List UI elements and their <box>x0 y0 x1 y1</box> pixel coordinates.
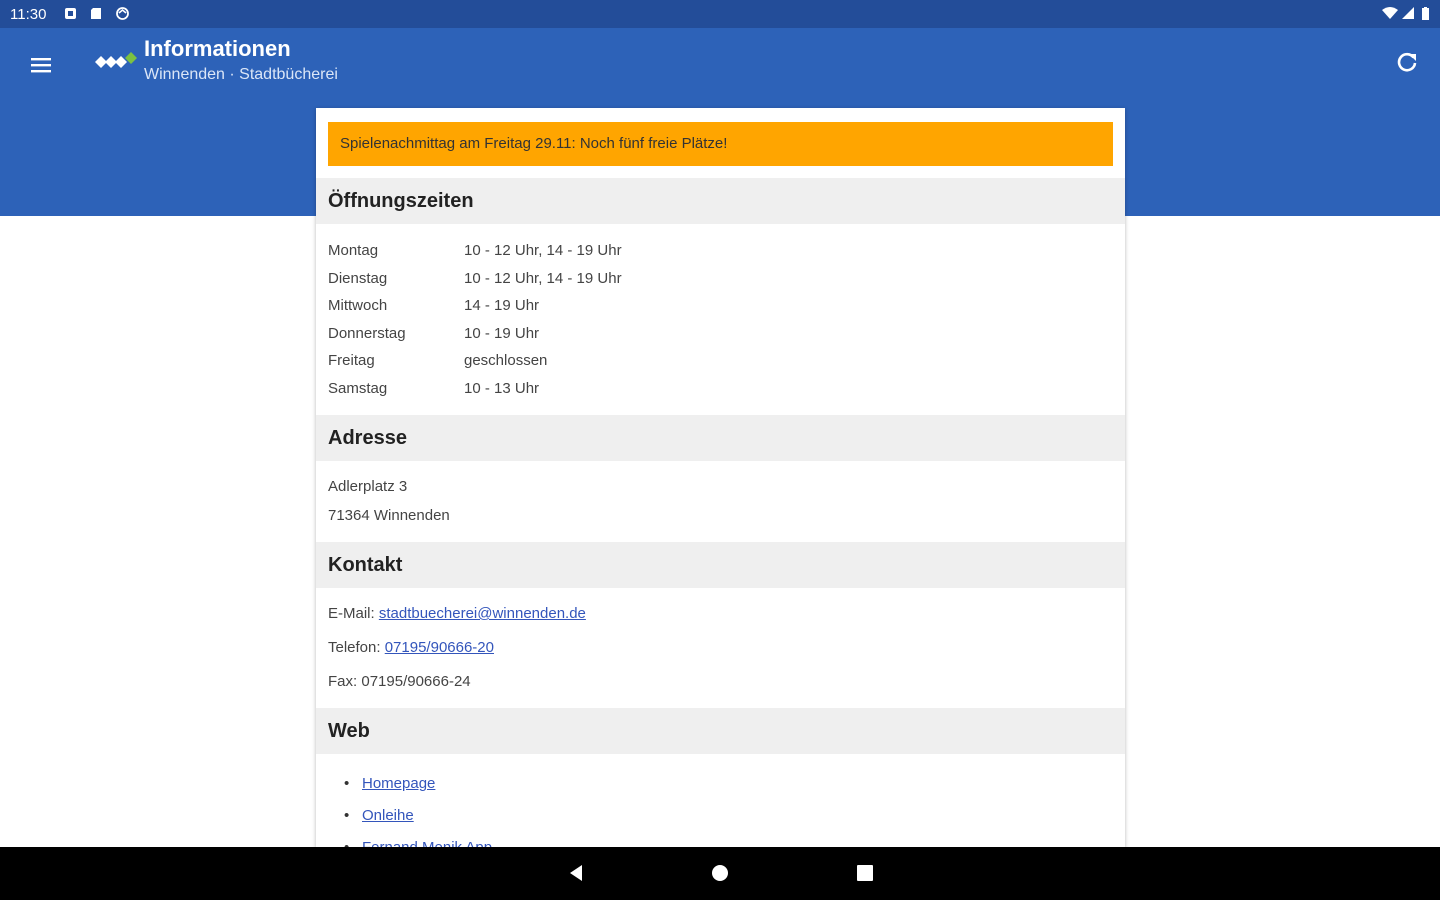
hours-value: 14 - 19 Uhr <box>464 297 540 314</box>
announcement-banner: Spielenachmittag am Freitag 29.11: Noch … <box>328 122 1113 166</box>
app-logo-icon <box>95 52 137 68</box>
hours-day: Montag <box>328 242 379 259</box>
address-heading: Adresse <box>316 415 1125 461</box>
hours-day: Samstag <box>328 380 388 397</box>
battery-icon <box>1422 7 1429 20</box>
hours-value: 10 - 12 Uhr, 14 - 19 Uhr <box>464 242 622 259</box>
status-bar: 11:30 <box>0 0 1440 28</box>
fax-value: 07195/90666-24 <box>361 673 471 690</box>
refresh-button[interactable] <box>1392 48 1422 78</box>
sd-card-icon <box>91 8 101 19</box>
back-icon[interactable] <box>566 863 586 883</box>
home-icon[interactable] <box>710 863 730 883</box>
status-time: 11:30 <box>10 6 47 23</box>
email-link[interactable]: stadtbuecherei@winnenden.de <box>379 605 586 622</box>
contact-fax-line: Fax: 07195/90666-24 <box>328 672 471 692</box>
page-subtitle: Winnenden · Stadtbücherei <box>144 66 338 83</box>
onleihe-link[interactable]: Onleihe <box>362 806 414 826</box>
menu-icon <box>31 58 51 73</box>
notification-icon <box>65 8 76 19</box>
address-street: Adlerplatz 3 <box>328 478 408 495</box>
hours-day: Donnerstag <box>328 325 406 342</box>
contact-heading: Kontakt <box>316 542 1125 588</box>
address-city: 71364 Winnenden <box>328 507 450 524</box>
hours-value: geschlossen <box>464 352 548 369</box>
signal-icon <box>1402 7 1414 19</box>
homepage-link[interactable]: Homepage <box>362 774 435 794</box>
hours-day: Mittwoch <box>328 297 388 314</box>
web-heading: Web <box>316 708 1125 754</box>
navigation-bar <box>0 847 1440 900</box>
contact-email-line: E-Mail: stadtbuecherei@winnenden.de <box>328 604 586 624</box>
hours-day: Dienstag <box>328 270 388 287</box>
refresh-icon <box>1397 52 1417 72</box>
page-title: Informationen <box>144 36 291 61</box>
recents-icon[interactable] <box>855 863 875 883</box>
wifi-icon <box>1382 7 1398 19</box>
phone-label: Telefon: <box>328 639 381 656</box>
hours-value: 10 - 12 Uhr, 14 - 19 Uhr <box>464 270 622 287</box>
sync-icon <box>116 7 129 20</box>
menu-button[interactable] <box>24 48 58 82</box>
phone-link[interactable]: 07195/90666-20 <box>385 639 494 656</box>
info-card: Spielenachmittag am Freitag 29.11: Noch … <box>316 108 1125 848</box>
email-label: E-Mail: <box>328 605 375 622</box>
opening-hours-heading: Öffnungszeiten <box>316 178 1125 224</box>
hours-value: 10 - 19 Uhr <box>464 325 540 342</box>
fax-label: Fax: <box>328 673 358 690</box>
hours-day: Freitag <box>328 352 375 369</box>
hours-value: 10 - 13 Uhr <box>464 380 540 397</box>
contact-phone-line: Telefon: 07195/90666-20 <box>328 638 494 658</box>
